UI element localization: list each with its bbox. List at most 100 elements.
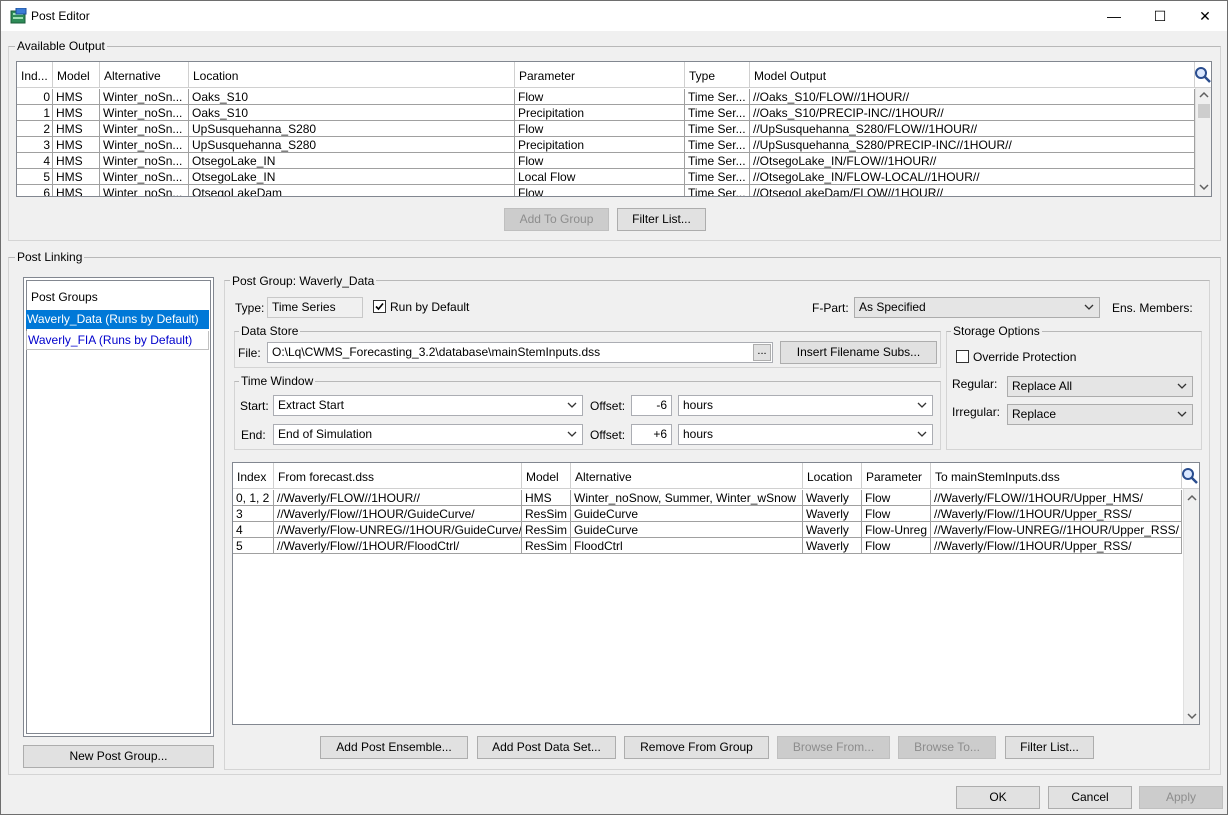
table-cell: //Oaks_S10/PRECIP-INC//1HOUR// bbox=[750, 105, 1195, 121]
table-cell: //Waverly/Flow//1HOUR/FloodCtrl/ bbox=[274, 538, 522, 554]
table-cell: HMS bbox=[53, 105, 100, 121]
title-bar: Post Editor — ☐ ✕ bbox=[1, 1, 1227, 31]
table-cell: Time Ser... bbox=[685, 153, 750, 169]
table-cell: Oaks_S10 bbox=[189, 105, 515, 121]
table-cell: //OtsegoLake_IN/FLOW//1HOUR// bbox=[750, 153, 1195, 169]
browse-to-button[interactable]: Browse To... bbox=[898, 736, 996, 759]
new-post-group-button[interactable]: New Post Group... bbox=[23, 745, 214, 768]
column-header[interactable]: Location bbox=[803, 463, 862, 489]
table-cell: Local Flow bbox=[515, 169, 685, 185]
cancel-button[interactable]: Cancel bbox=[1048, 786, 1132, 809]
table-cell: Flow bbox=[515, 121, 685, 137]
column-header[interactable]: Model bbox=[522, 463, 571, 489]
insert-filename-subs-button[interactable]: Insert Filename Subs... bbox=[780, 341, 937, 364]
search-icon[interactable] bbox=[1194, 66, 1212, 84]
filter-list-button[interactable]: Filter List... bbox=[617, 208, 706, 231]
column-header[interactable]: Index bbox=[233, 463, 274, 489]
scroll-thumb[interactable] bbox=[1198, 104, 1210, 118]
table-cell: OtsegoLake_IN bbox=[189, 169, 515, 185]
column-header[interactable]: Parameter bbox=[862, 463, 931, 489]
chevron-down-icon bbox=[917, 402, 927, 408]
available-output-scrollbar[interactable] bbox=[1195, 88, 1211, 196]
table-cell: 4 bbox=[17, 153, 53, 169]
close-button[interactable]: ✕ bbox=[1182, 1, 1228, 31]
end-offset-field[interactable]: +6 bbox=[631, 424, 672, 445]
minimize-button[interactable]: — bbox=[1091, 1, 1137, 31]
table-cell: GuideCurve bbox=[571, 522, 803, 538]
column-header[interactable]: Model Output bbox=[750, 62, 1195, 88]
post-linking-label: Post Linking bbox=[15, 250, 85, 264]
table-cell: Winter_noSn... bbox=[100, 105, 189, 121]
table-cell: Waverly bbox=[803, 490, 862, 506]
start-label: Start: bbox=[240, 399, 269, 413]
start-unit-dropdown[interactable]: hours bbox=[678, 395, 933, 416]
scroll-up-icon[interactable] bbox=[1187, 494, 1197, 502]
start-value: Extract Start bbox=[278, 398, 345, 412]
irregular-dropdown[interactable]: Replace bbox=[1007, 404, 1193, 425]
table-cell: Oaks_S10 bbox=[189, 89, 515, 105]
available-output-header: Ind... Model Alternative Location Parameter T… bbox=[17, 62, 1211, 88]
override-protection-checkbox[interactable] bbox=[956, 350, 969, 363]
maximize-button[interactable]: ☐ bbox=[1137, 1, 1183, 31]
apply-button[interactable]: Apply bbox=[1139, 786, 1223, 809]
post-mapping-table[interactable]: Index From forecast.dss Model Alternative Lo… bbox=[232, 462, 1200, 725]
column-header[interactable]: From forecast.dss bbox=[274, 463, 522, 489]
start-dropdown[interactable]: Extract Start bbox=[273, 395, 583, 416]
column-header[interactable]: Alternative bbox=[100, 62, 189, 88]
end-dropdown[interactable]: End of Simulation bbox=[273, 424, 583, 445]
table-cell: HMS bbox=[53, 153, 100, 169]
ok-button[interactable]: OK bbox=[956, 786, 1040, 809]
post-group-title: Post Group: Waverly_Data bbox=[230, 274, 377, 288]
scroll-down-icon[interactable] bbox=[1199, 183, 1209, 191]
post-groups-list[interactable]: Post Groups Waverly_Data (Runs by Defaul… bbox=[23, 277, 214, 737]
table-cell: Winter_noSn... bbox=[100, 89, 189, 105]
file-path-field[interactable]: O:\Lq\CWMS_Forecasting_3.2\database\main… bbox=[267, 342, 773, 363]
table-cell: Winter_noSn... bbox=[100, 121, 189, 137]
table-cell: Winter_noSn... bbox=[100, 169, 189, 185]
post-group-item-waverly-data[interactable]: Waverly_Data (Runs by Default) bbox=[26, 310, 209, 329]
end-value: End of Simulation bbox=[278, 427, 373, 441]
table-cell: Time Ser... bbox=[685, 185, 750, 196]
regular-label: Regular: bbox=[952, 377, 998, 391]
search-icon[interactable] bbox=[1181, 467, 1199, 485]
add-post-ensemble-button[interactable]: Add Post Ensemble... bbox=[320, 736, 468, 759]
fpart-dropdown[interactable]: As Specified bbox=[854, 297, 1100, 318]
run-by-default-label: Run by Default bbox=[390, 300, 470, 314]
scroll-up-icon[interactable] bbox=[1199, 91, 1209, 99]
regular-dropdown[interactable]: Replace All bbox=[1007, 376, 1193, 397]
table-cell: //UpSusquehanna_S280/PRECIP-INC//1HOUR// bbox=[750, 137, 1195, 153]
browse-from-button[interactable]: Browse From... bbox=[777, 736, 890, 759]
remove-from-group-button[interactable]: Remove From Group bbox=[624, 736, 769, 759]
table-cell: Waverly bbox=[803, 538, 862, 554]
post-editor-app-icon bbox=[10, 8, 27, 24]
column-header[interactable]: Model bbox=[53, 62, 100, 88]
scroll-down-icon[interactable] bbox=[1187, 712, 1197, 720]
table-cell: Flow bbox=[862, 506, 931, 522]
mapping-filter-list-button[interactable]: Filter List... bbox=[1005, 736, 1094, 759]
column-header[interactable]: Parameter bbox=[515, 62, 685, 88]
end-unit-dropdown[interactable]: hours bbox=[678, 424, 933, 445]
column-header[interactable]: To mainStemInputs.dss bbox=[931, 463, 1182, 489]
table-cell: Time Ser... bbox=[685, 121, 750, 137]
run-by-default-checkbox[interactable] bbox=[373, 300, 386, 313]
irregular-label: Irregular: bbox=[952, 405, 1001, 419]
table-cell: ResSim bbox=[522, 538, 571, 554]
post-editor-window: Post Editor — ☐ ✕ Available Output Ind..… bbox=[0, 0, 1228, 815]
table-cell: GuideCurve bbox=[571, 506, 803, 522]
add-to-group-button[interactable]: Add To Group bbox=[504, 208, 609, 231]
file-browse-button[interactable]: ... bbox=[753, 344, 771, 361]
table-cell: OtsegoLake_IN bbox=[189, 153, 515, 169]
post-group-item-waverly-fia[interactable]: Waverly_FIA (Runs by Default) bbox=[26, 331, 209, 350]
post-mapping-scrollbar[interactable] bbox=[1183, 489, 1199, 724]
table-cell: Time Ser... bbox=[685, 89, 750, 105]
start-offset-field[interactable]: -6 bbox=[631, 395, 672, 416]
add-post-data-set-button[interactable]: Add Post Data Set... bbox=[477, 736, 616, 759]
column-header[interactable]: Location bbox=[189, 62, 515, 88]
table-cell: Time Ser... bbox=[685, 105, 750, 121]
column-header[interactable]: Type bbox=[685, 62, 750, 88]
column-header[interactable]: Alternative bbox=[571, 463, 803, 489]
table-cell: 3 bbox=[17, 137, 53, 153]
column-header[interactable]: Ind... bbox=[17, 62, 53, 88]
table-cell: Flow-Unreg bbox=[862, 522, 931, 538]
available-output-table[interactable]: Ind... Model Alternative Location Parameter T… bbox=[16, 61, 1212, 197]
